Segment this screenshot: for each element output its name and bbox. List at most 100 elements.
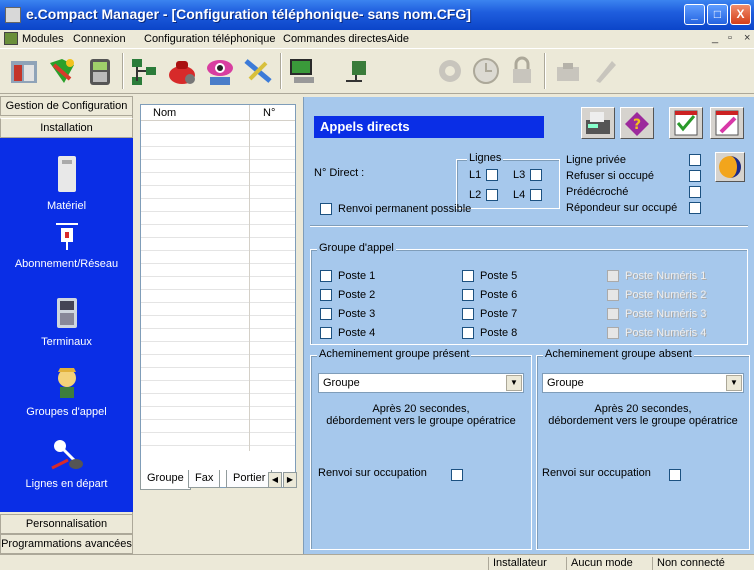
- toolbox-icon[interactable]: [242, 55, 274, 87]
- menu-modules[interactable]: Modules: [22, 33, 64, 45]
- renvoi-permanent-checkbox[interactable]: [320, 203, 332, 215]
- line-l1-checkbox[interactable]: [486, 169, 498, 181]
- poste-4-label: Poste 4: [338, 327, 376, 339]
- poste-numeris-1-checkbox: [607, 270, 619, 282]
- list-rows[interactable]: [141, 121, 295, 451]
- transfer-icon[interactable]: [342, 55, 374, 87]
- present-renvoi-checkbox[interactable]: [451, 469, 463, 481]
- fax-machine-button[interactable]: [581, 107, 615, 139]
- poste-1-label: Poste 1: [338, 270, 376, 282]
- renvoi-permanent-label: Renvoi permanent possible: [338, 203, 472, 215]
- tab-scroll-right-button[interactable]: ▶: [283, 472, 297, 488]
- nav-personnalisation[interactable]: Personnalisation: [0, 514, 133, 534]
- monitor-view-icon[interactable]: [204, 55, 236, 87]
- tab-scroll-left-button[interactable]: ◀: [268, 472, 282, 488]
- present-renvoi-label: Renvoi sur occupation: [318, 467, 427, 479]
- clock-disabled-icon: [470, 55, 502, 87]
- ligne-privee-checkbox[interactable]: [689, 154, 701, 166]
- nav-item-terminaux[interactable]: Terminaux: [0, 296, 133, 348]
- mdi-restore-button[interactable]: ▫: [728, 32, 732, 44]
- poste-4-checkbox[interactable]: [320, 327, 332, 339]
- refuser-occupe-checkbox[interactable]: [689, 170, 701, 182]
- column-nom[interactable]: Nom: [153, 107, 176, 119]
- poste-7-checkbox[interactable]: [462, 308, 474, 320]
- direct-number-label: N° Direct :: [314, 167, 365, 179]
- mdi-close-button[interactable]: ×: [744, 32, 750, 44]
- chevron-down-icon[interactable]: ▼: [506, 375, 522, 391]
- nav-item-abonnement-reseau[interactable]: Abonnement/Réseau: [0, 220, 133, 270]
- groups-list[interactable]: Nom N°: [140, 104, 296, 488]
- validate-button[interactable]: [669, 107, 703, 139]
- page-title: Appels directs: [314, 116, 544, 138]
- network-config-icon[interactable]: [46, 55, 78, 87]
- tab-portier[interactable]: Portier: [226, 470, 273, 488]
- menu-configuration[interactable]: Configuration téléphonique: [144, 33, 276, 45]
- repondeur-occupe-checkbox[interactable]: [689, 202, 701, 214]
- absent-group-value: Groupe: [547, 377, 584, 389]
- maximize-button[interactable]: □: [707, 4, 728, 25]
- poste-numeris-3-checkbox: [607, 308, 619, 320]
- poste-2-checkbox[interactable]: [320, 289, 332, 301]
- poste-1-checkbox[interactable]: [320, 270, 332, 282]
- status-mode: Aucun mode: [566, 557, 633, 570]
- line-l4-label: L4: [513, 189, 526, 201]
- poste-8-checkbox[interactable]: [462, 327, 474, 339]
- status-connection: Non connecté: [652, 557, 725, 570]
- present-group-value: Groupe: [323, 377, 360, 389]
- column-numero[interactable]: N°: [263, 107, 275, 119]
- menu-aide[interactable]: Aide: [387, 33, 409, 45]
- absent-group-select[interactable]: Groupe ▼: [542, 373, 744, 393]
- line-l3-checkbox[interactable]: [530, 169, 542, 181]
- network-disabled-icon: [434, 55, 466, 87]
- nav-item-lignes-depart[interactable]: Lignes en départ: [0, 438, 133, 490]
- hardware-icon: [57, 156, 76, 192]
- predecroche-checkbox[interactable]: [689, 186, 701, 198]
- fax-machine-icon: [586, 112, 610, 134]
- mdi-minimize-button[interactable]: _: [712, 32, 718, 44]
- edit-button[interactable]: [710, 107, 744, 139]
- nav-item-groupes-appel[interactable]: Groupes d'appel: [0, 366, 133, 418]
- close-button[interactable]: X: [730, 4, 751, 25]
- present-group-select[interactable]: Groupe ▼: [318, 373, 524, 393]
- app-icon: [5, 7, 21, 23]
- nav-installation-panel: Matériel Abonnement/Réseau Terminaux Gro…: [0, 138, 133, 512]
- chevron-down-icon[interactable]: ▼: [726, 375, 742, 391]
- line-l2-checkbox[interactable]: [486, 189, 498, 201]
- document-icon[interactable]: [4, 32, 18, 45]
- menu-connexion[interactable]: Connexion: [73, 33, 126, 45]
- svg-text:?: ?: [633, 117, 641, 133]
- modules-icon[interactable]: [8, 55, 40, 87]
- poste-5-checkbox[interactable]: [462, 270, 474, 282]
- poste-numeris-2-checkbox: [607, 289, 619, 301]
- absent-renvoi-checkbox[interactable]: [669, 469, 681, 481]
- archive-disabled-icon: [552, 55, 584, 87]
- pc-connect-icon[interactable]: [286, 55, 318, 87]
- tab-groupe[interactable]: Groupe: [140, 470, 191, 490]
- nav-item-label: Terminaux: [41, 336, 92, 348]
- telephone-icon[interactable]: [84, 55, 116, 87]
- refuser-occupe-label: Refuser si occupé: [566, 170, 655, 182]
- poste-numeris-1-label: Poste Numéris 1: [625, 270, 707, 282]
- repondeur-occupe-label: Répondeur sur occupé: [566, 202, 678, 214]
- poste-numeris-4-checkbox: [607, 327, 619, 339]
- title-bar[interactable]: e.Compact Manager - [Configuration télép…: [0, 0, 754, 30]
- nav-gestion-configuration[interactable]: Gestion de Configuration: [0, 96, 133, 116]
- phone-settings-icon[interactable]: [166, 55, 198, 87]
- poste-numeris-3-label: Poste Numéris 3: [625, 308, 707, 320]
- tree-config-icon[interactable]: [128, 55, 160, 87]
- nav-programmations-avancees[interactable]: Programmations avancées: [0, 534, 133, 554]
- tab-fax[interactable]: Fax: [188, 470, 221, 488]
- menu-commandes[interactable]: Commandes directes: [283, 33, 387, 45]
- poste-6-checkbox[interactable]: [462, 289, 474, 301]
- terminal-phone-icon: [56, 298, 77, 328]
- nav-installation[interactable]: Installation: [0, 118, 133, 138]
- menu-bar: Modules Connexion Configuration téléphon…: [0, 30, 754, 48]
- poste-6-label: Poste 6: [480, 289, 518, 301]
- day-night-button[interactable]: [715, 152, 745, 182]
- poste-3-checkbox[interactable]: [320, 308, 332, 320]
- line-l1-label: L1: [469, 169, 482, 181]
- line-l4-checkbox[interactable]: [530, 189, 542, 201]
- help-button[interactable]: ?: [620, 107, 654, 139]
- minimize-button[interactable]: _: [684, 4, 705, 25]
- nav-item-materiel[interactable]: Matériel: [0, 154, 133, 212]
